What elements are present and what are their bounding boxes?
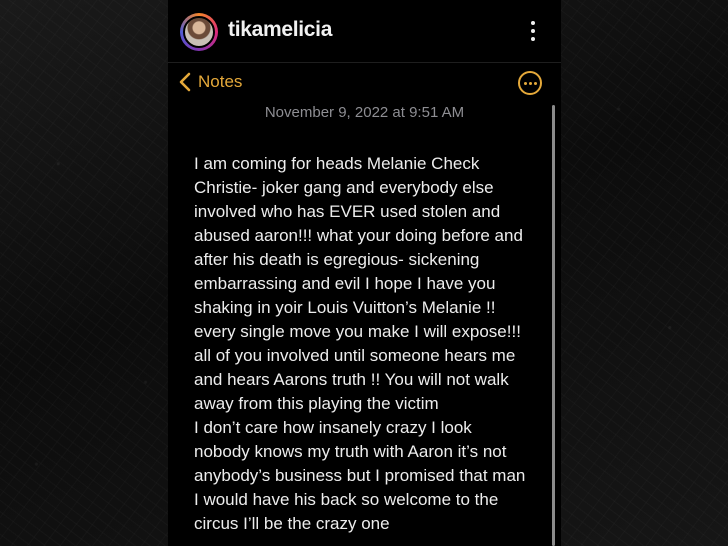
note-line: circus I’ll be the crazy one: [194, 514, 390, 533]
note-line: shaking in yoir Louis Vuitton’s Melanie …: [194, 298, 496, 317]
note-line: away from this playing the victim: [194, 394, 439, 413]
notes-nav-bar: Notes: [168, 62, 561, 104]
note-date: November 9, 2022 at 9:51 AM: [264, 104, 465, 121]
note-line: Christie- joker gang and everybody else: [194, 178, 494, 197]
note-line: abused aaron!!! what your doing before a…: [194, 226, 523, 245]
phone-screen: tikamelicia Notes November 9, 2022 at 9:…: [168, 0, 561, 546]
profile-avatar[interactable]: [180, 13, 218, 51]
note-line: embarrassing and evil I hope I have you: [194, 274, 496, 293]
note-line: I don’t care how insanely crazy I look: [194, 418, 472, 437]
note-line: anybody’s business but I promised that m…: [194, 466, 526, 485]
note-line: all of you involved until someone hears …: [194, 346, 516, 365]
note-line: nobody knows my truth with Aaron it’s no…: [194, 442, 507, 461]
chevron-left-icon[interactable]: [177, 71, 195, 93]
note-line: involved who has EVER used stolen and: [194, 202, 501, 221]
note-line: I am coming for heads Melanie Check: [194, 154, 480, 173]
back-to-notes-button[interactable]: Notes: [198, 72, 242, 92]
note-line: every single move you make I will expose…: [194, 322, 521, 341]
instagram-header: tikamelicia: [168, 0, 561, 63]
avatar-image: [183, 16, 215, 48]
more-vertical-icon[interactable]: [526, 19, 540, 43]
note-line: I would have his back so welcome to the: [194, 490, 499, 509]
username[interactable]: tikamelicia: [228, 18, 332, 42]
note-line: after his death is egregious- sickening: [194, 250, 480, 269]
note-line: and hears Aarons truth !! You will not w…: [194, 370, 509, 389]
scrollbar[interactable]: [552, 105, 555, 546]
ellipsis-circle-icon[interactable]: [518, 71, 542, 95]
note-body[interactable]: I am coming for heads Melanie Check Chris…: [194, 152, 544, 536]
